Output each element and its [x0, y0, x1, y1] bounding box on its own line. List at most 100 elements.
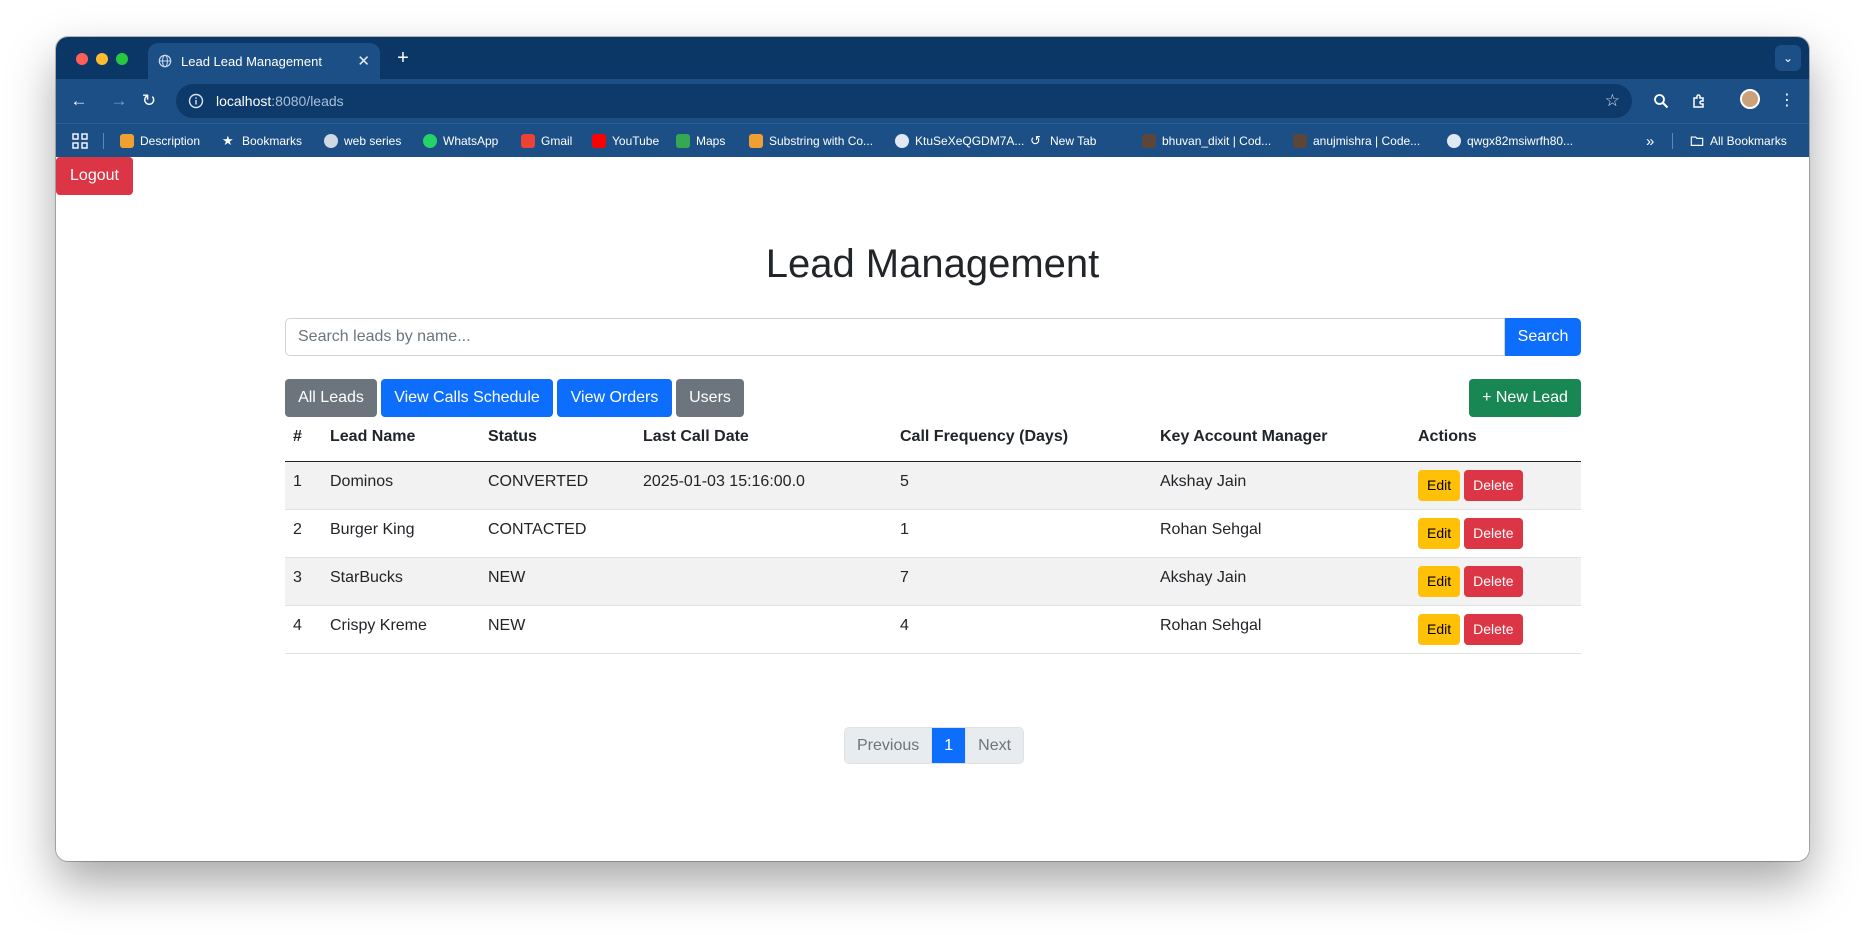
bookmark-label: bhuvan_dixit | Cod... [1162, 134, 1272, 148]
delete-button[interactable]: Delete [1464, 613, 1523, 645]
cell-id: 4 [285, 605, 322, 654]
bookmark-star-icon[interactable]: ☆ [1605, 91, 1620, 111]
page-1-button[interactable]: 1 [932, 728, 967, 763]
more-bookmarks-chevron-icon[interactable]: » [1646, 132, 1654, 150]
cell-id: 1 [285, 461, 322, 510]
cell-call-frequency-text: 4 [900, 617, 909, 634]
logout-button[interactable]: Logout [56, 157, 133, 195]
desktop-background: Lead Lead Management ✕ + ⌄ ← → ↻ localho… [0, 0, 1865, 935]
whatsapp-icon [423, 134, 437, 148]
site-info-icon[interactable] [188, 93, 204, 109]
search-input[interactable] [285, 318, 1505, 356]
cell-key-account-manager: Akshay Jain [1152, 461, 1410, 510]
all-bookmarks-folder[interactable]: All Bookmarks [1690, 132, 1787, 150]
delete-button[interactable]: Delete [1464, 469, 1523, 501]
tab-title: Lead Lead Management [181, 53, 322, 69]
minimize-window-button[interactable] [96, 53, 108, 65]
edit-button[interactable]: Edit [1418, 613, 1461, 645]
bookmark-item[interactable]: anujmishra | Code... [1293, 132, 1420, 150]
cell-id: 2 [285, 509, 322, 558]
page-content: Logout Lead Management Search All Leads … [56, 157, 1809, 861]
cell-id: 3 [285, 557, 322, 606]
cell-lead-name-text: Crispy Kreme [330, 617, 427, 634]
codechef-icon [1142, 134, 1156, 148]
cell-lead-name: Dominos [322, 461, 480, 510]
bookmark-item[interactable]: ★ Bookmarks [222, 132, 302, 150]
view-orders-button[interactable]: View Orders [557, 379, 672, 417]
bookmark-item[interactable]: qwgx82msiwrfh80... [1447, 132, 1573, 150]
bookmark-item[interactable]: bhuvan_dixit | Cod... [1142, 132, 1271, 150]
cell-key-account-manager-text: Rohan Sehgal [1160, 521, 1262, 538]
cell-status-text: CONVERTED [488, 473, 589, 490]
bookmark-label: Bookmarks [242, 134, 303, 148]
menu-kebab-icon[interactable]: ⋮ [1774, 88, 1800, 114]
cell-key-account-manager: Rohan Sehgal [1152, 605, 1410, 654]
cell-call-frequency-text: 7 [900, 569, 909, 586]
cell-key-account-manager-text: Akshay Jain [1160, 569, 1247, 586]
cell-key-account-manager: Akshay Jain [1152, 557, 1410, 606]
new-lead-button[interactable]: + New Lead [1469, 379, 1581, 417]
address-bar[interactable]: localhost:8080/leads ☆ [176, 84, 1632, 118]
close-window-button[interactable] [76, 53, 88, 65]
url-path: :8080/leads [271, 93, 344, 109]
new-tab-button[interactable]: + [390, 45, 416, 71]
cell-lead-name: StarBucks [322, 557, 480, 606]
table-row: 1 Dominos CONVERTED 2025-01-03 15:16:00.0 5 A… [285, 461, 1581, 510]
bookmarks-separator [1672, 133, 1673, 149]
cell-last-call-date: 2025-01-03 15:16:00.0 [635, 461, 892, 510]
previous-page-button[interactable]: Previous [845, 728, 933, 763]
cell-status-text: CONTACTED [488, 521, 587, 538]
apps-grid-icon[interactable] [72, 132, 88, 150]
all-leads-button[interactable]: All Leads [285, 379, 377, 417]
reload-icon[interactable]: ↻ [136, 88, 162, 114]
cell-status: NEW [480, 557, 635, 606]
back-arrow-icon[interactable]: ← [66, 88, 92, 114]
header-number: # [285, 413, 322, 462]
bookmark-item[interactable]: Gmail [521, 132, 572, 150]
bookmark-item[interactable]: Description [120, 132, 200, 150]
leads-table: # Lead Name Status Last Call Date Call F… [285, 413, 1581, 654]
tab-search-chevron-icon[interactable]: ⌄ [1775, 45, 1801, 71]
table-header-row: # Lead Name Status Last Call Date Call F… [285, 413, 1581, 462]
search-button[interactable]: Search [1505, 318, 1581, 356]
next-page-button[interactable]: Next [966, 728, 1024, 763]
bookmark-item[interactable]: YouTube [592, 132, 659, 150]
bookmark-item[interactable]: WhatsApp [423, 132, 498, 150]
bookmark-item[interactable]: ↺ New Tab [1030, 132, 1096, 150]
history-icon: ↺ [1030, 133, 1041, 148]
cell-lead-name-text: StarBucks [330, 569, 403, 586]
bookmark-item[interactable]: web series [324, 132, 401, 150]
maps-icon [676, 134, 690, 148]
edit-button[interactable]: Edit [1418, 565, 1461, 597]
view-calls-schedule-button[interactable]: View Calls Schedule [381, 379, 553, 417]
users-button[interactable]: Users [676, 379, 744, 417]
bookmark-item[interactable]: KtuSeXeQGDM7A... [895, 132, 1024, 150]
bookmark-label: YouTube [612, 134, 660, 148]
bookmark-item[interactable]: Maps [676, 132, 725, 150]
edit-button[interactable]: Edit [1418, 469, 1461, 501]
browser-toolbar: ← → ↻ localhost:8080/leads ☆ ⋮ [56, 79, 1809, 123]
extensions-puzzle-icon[interactable] [1686, 88, 1712, 114]
delete-button[interactable]: Delete [1464, 565, 1523, 597]
bookmark-item[interactable]: Substring with Co... [749, 132, 873, 150]
bookmark-label: anujmishra | Code... [1313, 134, 1421, 148]
maximize-window-button[interactable] [116, 53, 128, 65]
profile-avatar[interactable] [1740, 89, 1760, 109]
tab-close-icon[interactable]: ✕ [357, 54, 370, 69]
leetcode-icon [120, 134, 134, 148]
cell-call-frequency-text: 5 [900, 473, 909, 490]
cell-lead-name-text: Dominos [330, 473, 394, 490]
globe-icon [1447, 134, 1461, 148]
tab-lead-management[interactable]: Lead Lead Management ✕ [148, 43, 380, 79]
table-row: 3 StarBucks NEW 7 Akshay Jain Edit Delete [285, 557, 1581, 606]
forward-arrow-icon[interactable]: → [106, 88, 132, 114]
cell-status: CONVERTED [480, 461, 635, 510]
edit-button[interactable]: Edit [1418, 517, 1461, 549]
search-icon[interactable] [1648, 88, 1674, 114]
url-host: localhost [216, 93, 272, 109]
bookmarks-separator [103, 133, 104, 149]
header-last-call-date: Last Call Date [635, 413, 892, 462]
delete-button[interactable]: Delete [1464, 517, 1523, 549]
cell-lead-name: Crispy Kreme [322, 605, 480, 654]
cell-actions: Edit Delete [1410, 509, 1581, 558]
